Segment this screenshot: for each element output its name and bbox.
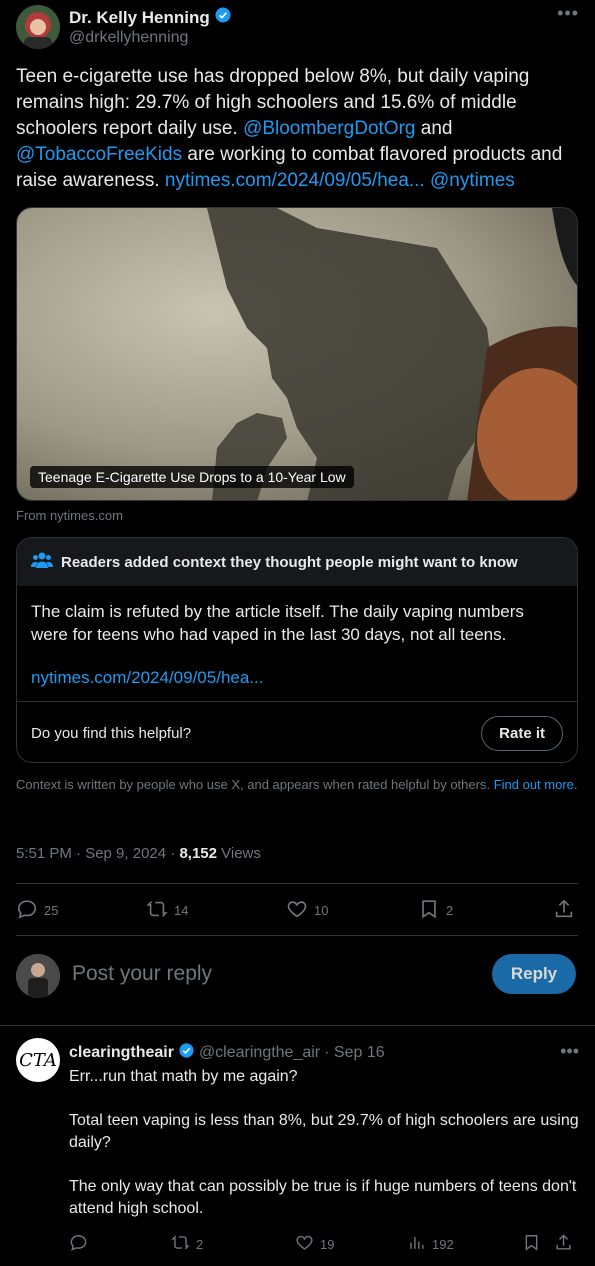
share-icon <box>554 1233 573 1255</box>
context-disclaimer: Context is written by people who use X, … <box>16 776 582 794</box>
mention-nytimes[interactable]: @nytimes <box>430 170 515 191</box>
bookmark-icon <box>418 898 440 923</box>
repost-icon <box>171 1233 190 1255</box>
reply-count: 25 <box>44 902 59 918</box>
reply-icon <box>69 1233 88 1255</box>
reply-like-count: 19 <box>320 1236 335 1252</box>
reply-input[interactable]: Post your reply <box>72 962 212 986</box>
views-count: 8,152 <box>179 845 217 862</box>
reply-action-bar: 2 19 192 <box>69 1230 579 1258</box>
share-icon <box>553 898 575 923</box>
author-avatar[interactable] <box>16 5 60 49</box>
mention-tobaccofreekids[interactable]: @TobaccoFreeKids <box>16 144 182 165</box>
like-count: 10 <box>314 902 329 918</box>
mention-bloombergdotorg[interactable]: @BloombergDotOrg <box>243 118 415 139</box>
article-link[interactable]: nytimes.com/2024/09/05/hea... <box>165 170 425 191</box>
analytics-bars-icon <box>407 1233 426 1255</box>
tweet-action-bar: 25 14 10 2 <box>16 885 578 935</box>
reply-action[interactable]: 25 <box>16 898 146 923</box>
community-note-text: The claim is refuted by the article itse… <box>31 602 524 644</box>
reply-more-options-icon[interactable]: ••• <box>560 1041 579 1062</box>
repost-count: 14 <box>174 902 189 918</box>
reply-button[interactable]: Reply <box>492 954 576 994</box>
reply-date[interactable]: · Sep 16 <box>324 1044 384 1062</box>
context-text: Context is written by people who use X, … <box>16 777 494 792</box>
heart-icon <box>286 898 308 923</box>
people-icon <box>31 551 53 573</box>
reply-icon <box>16 898 38 923</box>
heart-icon <box>295 1233 314 1255</box>
article-card-image[interactable] <box>16 207 578 501</box>
bookmark-action[interactable]: 2 <box>418 898 553 923</box>
helpful-question: Do you find this helpful? <box>31 724 192 742</box>
reply-author-handle[interactable]: @clearingthe_air <box>199 1044 320 1062</box>
reply-repost-count: 2 <box>196 1236 204 1252</box>
views-label: Views <box>216 845 261 862</box>
community-note-link[interactable]: nytimes.com/2024/09/05/hea... <box>31 666 563 689</box>
article-source[interactable]: From nytimes.com <box>16 508 123 523</box>
reply-repost-action[interactable]: 2 <box>171 1233 295 1255</box>
reply-reply-action[interactable] <box>69 1233 171 1255</box>
author-handle[interactable]: @drkellyhenning <box>69 29 188 47</box>
tweet-text: Teen e-cigarette use has dropped below 8… <box>16 64 582 194</box>
reply-bookmark-action[interactable] <box>522 1233 554 1255</box>
like-action[interactable]: 10 <box>286 898 418 923</box>
community-note-footer: Do you find this helpful? Rate it <box>17 701 577 762</box>
verified-badge-icon <box>214 6 232 29</box>
community-note-header: Readers added context they thought peopl… <box>17 538 577 586</box>
article-headline-caption[interactable]: Teenage E-Cigarette Use Drops to a 10-Ye… <box>30 466 354 488</box>
tweet-timestamp: 5:51 PM · Sep 9, 2024 · 8,152 Views <box>16 845 261 862</box>
reply-author-avatar[interactable]: CTA <box>16 1038 60 1082</box>
community-note-title: Readers added context they thought peopl… <box>61 553 518 571</box>
reply-views-action[interactable]: 192 <box>407 1233 522 1255</box>
repost-action[interactable]: 14 <box>146 898 286 923</box>
author-name-row[interactable]: Dr. Kelly Henning <box>69 6 232 29</box>
divider <box>0 1025 595 1026</box>
current-user-avatar[interactable] <box>16 954 60 998</box>
reply-header: clearingtheair @clearingthe_air · Sep 16 <box>69 1042 385 1064</box>
bookmark-count: 2 <box>446 902 454 918</box>
verified-badge-icon <box>178 1042 195 1064</box>
reply-share-action[interactable] <box>554 1233 573 1255</box>
more-options-icon[interactable]: ••• <box>557 3 579 24</box>
tweet-text-part2: and <box>415 118 453 139</box>
bookmark-icon <box>522 1233 541 1255</box>
share-action[interactable] <box>553 898 575 923</box>
community-note: Readers added context they thought peopl… <box>16 537 578 763</box>
repost-icon <box>146 898 168 923</box>
reply-views-count: 192 <box>432 1236 454 1252</box>
reply-like-action[interactable]: 19 <box>295 1233 407 1255</box>
tweet-time[interactable]: 5:51 PM · Sep 9, 2024 · <box>16 845 179 862</box>
find-out-more-link[interactable]: Find out more. <box>494 777 578 792</box>
author-name[interactable]: Dr. Kelly Henning <box>69 8 210 28</box>
divider <box>16 883 578 884</box>
reply-author-name[interactable]: clearingtheair <box>69 1044 174 1062</box>
rate-it-button[interactable]: Rate it <box>481 715 563 751</box>
reply-text: Err...run that math by me again? Total t… <box>69 1068 579 1217</box>
divider <box>16 935 578 936</box>
